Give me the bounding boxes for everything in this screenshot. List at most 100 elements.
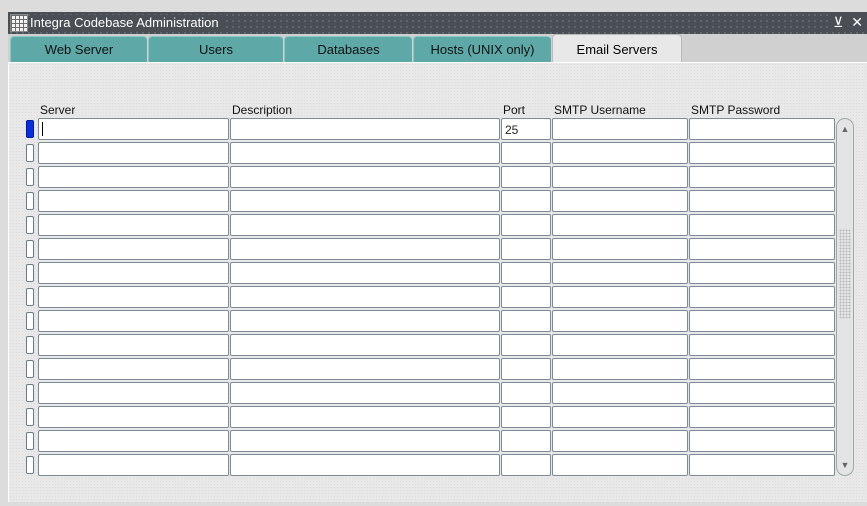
row-indicator[interactable] (26, 192, 34, 210)
port-field[interactable] (501, 166, 551, 188)
row-indicator[interactable] (26, 384, 34, 402)
smtp-username-field[interactable] (552, 310, 688, 332)
description-field[interactable] (230, 286, 500, 308)
port-field[interactable] (501, 430, 551, 452)
server-field[interactable] (38, 286, 229, 308)
port-field[interactable] (501, 286, 551, 308)
description-field[interactable] (230, 454, 500, 476)
server-field[interactable] (38, 382, 229, 404)
smtp-password-field[interactable] (689, 430, 835, 452)
row-indicator[interactable] (26, 216, 34, 234)
row-indicator[interactable] (26, 456, 34, 474)
row-indicator[interactable] (26, 144, 34, 162)
server-field[interactable] (38, 262, 229, 284)
row-indicator[interactable] (26, 360, 34, 378)
description-field[interactable] (230, 238, 500, 260)
smtp-password-field[interactable] (689, 454, 835, 476)
port-field[interactable] (501, 310, 551, 332)
server-field[interactable] (38, 238, 229, 260)
smtp-password-field[interactable] (689, 406, 835, 428)
row-indicator[interactable] (26, 168, 34, 186)
row-indicator[interactable] (26, 432, 34, 450)
smtp-password-field[interactable] (689, 166, 835, 188)
smtp-password-field[interactable] (689, 238, 835, 260)
window-controls[interactable]: ⊻ ✕ (829, 14, 865, 31)
row-indicator[interactable] (26, 336, 34, 354)
description-field[interactable] (230, 358, 500, 380)
server-field[interactable] (38, 214, 229, 236)
description-field[interactable] (230, 430, 500, 452)
smtp-username-field[interactable] (552, 382, 688, 404)
smtp-username-field[interactable] (552, 454, 688, 476)
server-field[interactable] (38, 190, 229, 212)
smtp-username-field[interactable] (552, 262, 688, 284)
description-field[interactable] (230, 262, 500, 284)
server-field[interactable] (38, 334, 229, 356)
smtp-username-field[interactable] (552, 238, 688, 260)
smtp-password-field[interactable] (689, 190, 835, 212)
server-field[interactable] (38, 142, 229, 164)
port-field[interactable] (501, 238, 551, 260)
smtp-username-field[interactable] (552, 406, 688, 428)
window-titlebar[interactable]: Integra Codebase Administration ⊻ ✕ (8, 12, 867, 34)
smtp-password-field[interactable] (689, 214, 835, 236)
description-field[interactable] (230, 334, 500, 356)
tab-hosts-unix[interactable]: Hosts (UNIX only) (413, 36, 551, 62)
smtp-username-field[interactable] (552, 190, 688, 212)
smtp-password-field[interactable] (689, 382, 835, 404)
port-field[interactable] (501, 334, 551, 356)
smtp-username-field[interactable] (552, 430, 688, 452)
server-field[interactable] (38, 166, 229, 188)
server-field[interactable] (38, 118, 229, 140)
smtp-username-field[interactable] (552, 358, 688, 380)
smtp-username-field[interactable] (552, 142, 688, 164)
smtp-password-field[interactable] (689, 262, 835, 284)
port-field[interactable] (501, 406, 551, 428)
port-field[interactable] (501, 142, 551, 164)
description-field[interactable] (230, 406, 500, 428)
vertical-scrollbar[interactable]: ▲ ▼ (836, 118, 854, 476)
smtp-password-field[interactable] (689, 118, 835, 140)
smtp-username-field[interactable] (552, 118, 688, 140)
description-field[interactable] (230, 214, 500, 236)
tab-email-servers[interactable]: Email Servers (552, 34, 682, 63)
description-field[interactable] (230, 118, 500, 140)
smtp-username-field[interactable] (552, 214, 688, 236)
port-field[interactable] (501, 190, 551, 212)
smtp-password-field[interactable] (689, 286, 835, 308)
port-field[interactable] (501, 262, 551, 284)
row-indicator[interactable] (26, 408, 34, 426)
row-indicator[interactable] (26, 288, 34, 306)
description-field[interactable] (230, 190, 500, 212)
smtp-password-field[interactable] (689, 310, 835, 332)
scroll-thumb[interactable] (839, 229, 851, 319)
smtp-password-field[interactable] (689, 142, 835, 164)
port-field[interactable] (501, 214, 551, 236)
tab-web-server[interactable]: Web Server (10, 36, 147, 62)
port-field[interactable] (501, 358, 551, 380)
description-field[interactable] (230, 166, 500, 188)
arrow-up-icon[interactable]: ▲ (838, 121, 852, 137)
smtp-password-field[interactable] (689, 358, 835, 380)
port-field[interactable] (501, 454, 551, 476)
server-field[interactable] (38, 430, 229, 452)
port-field[interactable] (501, 382, 551, 404)
row-indicator[interactable] (26, 312, 34, 330)
row-indicator[interactable] (26, 264, 34, 282)
description-field[interactable] (230, 142, 500, 164)
server-field[interactable] (38, 406, 229, 428)
smtp-username-field[interactable] (552, 166, 688, 188)
row-indicator[interactable] (26, 120, 34, 138)
arrow-down-icon[interactable]: ▼ (838, 457, 852, 473)
server-field[interactable] (38, 310, 229, 332)
smtp-username-field[interactable] (552, 334, 688, 356)
tab-users[interactable]: Users (148, 36, 283, 62)
row-indicator[interactable] (26, 240, 34, 258)
server-field[interactable] (38, 358, 229, 380)
description-field[interactable] (230, 310, 500, 332)
server-field[interactable] (38, 454, 229, 476)
tab-databases[interactable]: Databases (284, 36, 412, 62)
description-field[interactable] (230, 382, 500, 404)
smtp-username-field[interactable] (552, 286, 688, 308)
smtp-password-field[interactable] (689, 334, 835, 356)
